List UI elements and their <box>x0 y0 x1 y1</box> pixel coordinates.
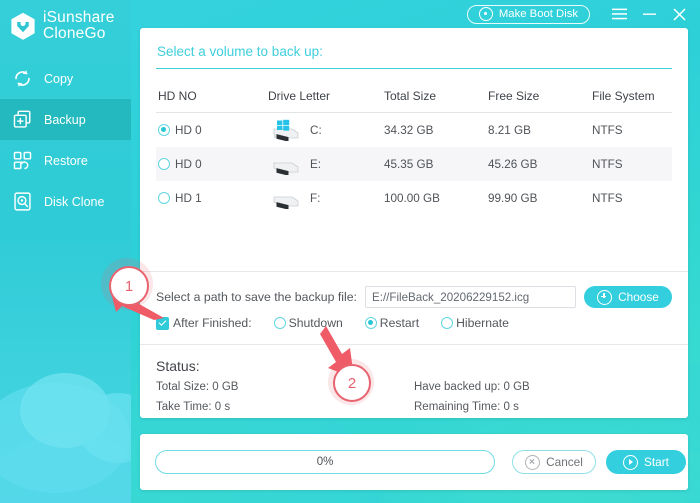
cancel-button-label: Cancel <box>546 455 583 469</box>
row-drive-letter: E: <box>310 157 322 171</box>
choose-button[interactable]: Choose <box>584 286 672 308</box>
backup-path-input[interactable] <box>364 286 576 308</box>
bottom-bar: 0% Cancel Start <box>140 434 688 490</box>
sidebar-item-copy[interactable]: Copy <box>0 58 131 99</box>
panel-divider-top <box>140 271 688 272</box>
status-take-time: Take Time: 0 s <box>156 401 231 413</box>
volume-radio-c[interactable] <box>158 124 170 136</box>
row-total-size: 34.32 GB <box>384 123 434 137</box>
status-title: Status: <box>156 358 200 374</box>
make-boot-disk-label: Make Boot Disk <box>498 8 578 20</box>
table-row[interactable]: HD 0 C: 34.32 GB 8.21 GB NTFS <box>156 113 672 147</box>
minimize-button[interactable] <box>634 0 664 28</box>
choose-button-label: Choose <box>618 290 659 304</box>
disk-search-icon <box>14 192 31 211</box>
row-free-size: 99.90 GB <box>488 191 538 205</box>
brand-line-2: CloneGo <box>43 25 106 42</box>
minimize-icon <box>642 13 656 15</box>
option-hibernate-label: Hibernate <box>456 316 509 330</box>
drive-icon-windows <box>268 119 302 142</box>
col-header-file-system: File System <box>592 89 655 103</box>
row-hd-no: HD 0 <box>175 157 202 171</box>
application-window: Make Boot Disk iSunshare CloneGo Copy Ba… <box>0 0 700 503</box>
table-row[interactable]: HD 0 E: 45.35 GB 45.26 GB NTFS <box>156 147 672 181</box>
row-file-system: NTFS <box>592 123 623 137</box>
status-have-backed-up: Have backed up: 0 GB <box>414 381 530 393</box>
sidebar-item-restore[interactable]: Restore <box>0 140 131 181</box>
row-hd-no: HD 1 <box>175 191 202 205</box>
brand-line-1: iSunshare <box>43 9 115 26</box>
sidebar-cloud-decoration <box>0 323 131 503</box>
cancel-button[interactable]: Cancel <box>512 450 596 474</box>
option-restart-label: Restart <box>379 316 420 330</box>
row-drive-letter: F: <box>310 191 321 205</box>
annotation-1-badge: 1 <box>109 266 149 306</box>
disc-icon <box>478 7 493 21</box>
sidebar-item-copy-label: Copy <box>44 71 74 86</box>
radio-hibernate[interactable] <box>441 317 454 329</box>
progress-text: 0% <box>316 456 334 468</box>
status-section: Status: Total Size: 0 GB Take Time: 0 s … <box>156 358 672 421</box>
sidebar-item-backup[interactable]: Backup <box>0 99 131 140</box>
after-finished-label: After Finished: <box>173 316 252 330</box>
sidebar-nav: Copy Backup Restore Disk Clone <box>0 58 131 222</box>
table-row[interactable]: HD 1 F: 100.00 GB 99.90 GB NTFS <box>156 181 672 215</box>
volume-table: HD NO Drive Letter Total Size Free Size … <box>156 80 672 215</box>
close-button[interactable] <box>664 0 694 28</box>
col-header-total-size: Total Size <box>384 89 437 103</box>
row-hd-no: HD 0 <box>175 123 202 137</box>
main-panel: Select a volume to back up: HD NO Drive … <box>140 28 688 418</box>
app-logo-text: iSunshare CloneGo <box>43 10 115 42</box>
start-button-label: Start <box>644 455 669 469</box>
sidebar-item-restore-label: Restore <box>44 153 88 168</box>
start-button[interactable]: Start <box>606 450 686 474</box>
row-free-size: 8.21 GB <box>488 123 531 137</box>
annotation-2-badge: 2 <box>333 364 371 402</box>
section-title-rule <box>156 68 672 69</box>
section-title: Select a volume to back up: <box>157 44 323 59</box>
volume-radio-e[interactable] <box>158 158 170 170</box>
row-free-size: 45.26 GB <box>488 157 538 171</box>
option-hibernate[interactable]: Hibernate <box>441 316 509 330</box>
hamburger-icon <box>611 8 627 20</box>
close-circle-icon <box>525 454 541 470</box>
panel-divider-bottom <box>140 344 688 345</box>
row-file-system: NTFS <box>592 157 623 171</box>
backup-path-row: Select a path to save the backup file: C… <box>156 286 672 308</box>
sidebar-item-disk-clone-label: Disk Clone <box>44 194 105 209</box>
plus-circle-icon <box>597 289 613 305</box>
row-drive-letter: C: <box>310 123 322 137</box>
copy-refresh-icon <box>15 70 30 87</box>
volume-radio-f[interactable] <box>158 192 170 204</box>
row-total-size: 45.35 GB <box>384 157 434 171</box>
col-header-free-size: Free Size <box>488 89 540 103</box>
col-header-drive-letter: Drive Letter <box>268 89 331 103</box>
make-boot-disk-button[interactable]: Make Boot Disk <box>466 4 590 24</box>
sidebar-item-disk-clone[interactable]: Disk Clone <box>0 181 131 222</box>
col-header-hd-no: HD NO <box>158 89 197 103</box>
app-logo: iSunshare CloneGo <box>10 10 115 42</box>
row-total-size: 100.00 GB <box>384 191 440 205</box>
sidebar: iSunshare CloneGo Copy Backup Restore Di… <box>0 0 131 503</box>
status-remaining-time: Remaining Time: 0 s <box>414 401 519 413</box>
isunshare-logo-icon <box>11 12 35 40</box>
title-bar: Make Boot Disk <box>466 0 700 28</box>
table-header-row: HD NO Drive Letter Total Size Free Size … <box>156 80 672 112</box>
sidebar-item-backup-label: Backup <box>44 112 86 127</box>
close-icon <box>672 7 686 21</box>
radio-shutdown[interactable] <box>273 317 286 329</box>
backup-plus-icon <box>13 110 31 128</box>
annotation-2-number: 2 <box>347 374 357 392</box>
progress-bar[interactable]: 0% <box>155 450 495 474</box>
drive-icon <box>268 187 302 210</box>
annotation-1-number: 1 <box>124 277 134 295</box>
drive-icon <box>268 153 302 176</box>
play-circle-icon <box>623 454 639 470</box>
backup-path-label: Select a path to save the backup file: <box>156 290 357 304</box>
restore-grid-icon <box>13 151 32 170</box>
row-file-system: NTFS <box>592 191 623 205</box>
menu-button[interactable] <box>604 0 634 28</box>
status-total-size: Total Size: 0 GB <box>156 381 239 393</box>
